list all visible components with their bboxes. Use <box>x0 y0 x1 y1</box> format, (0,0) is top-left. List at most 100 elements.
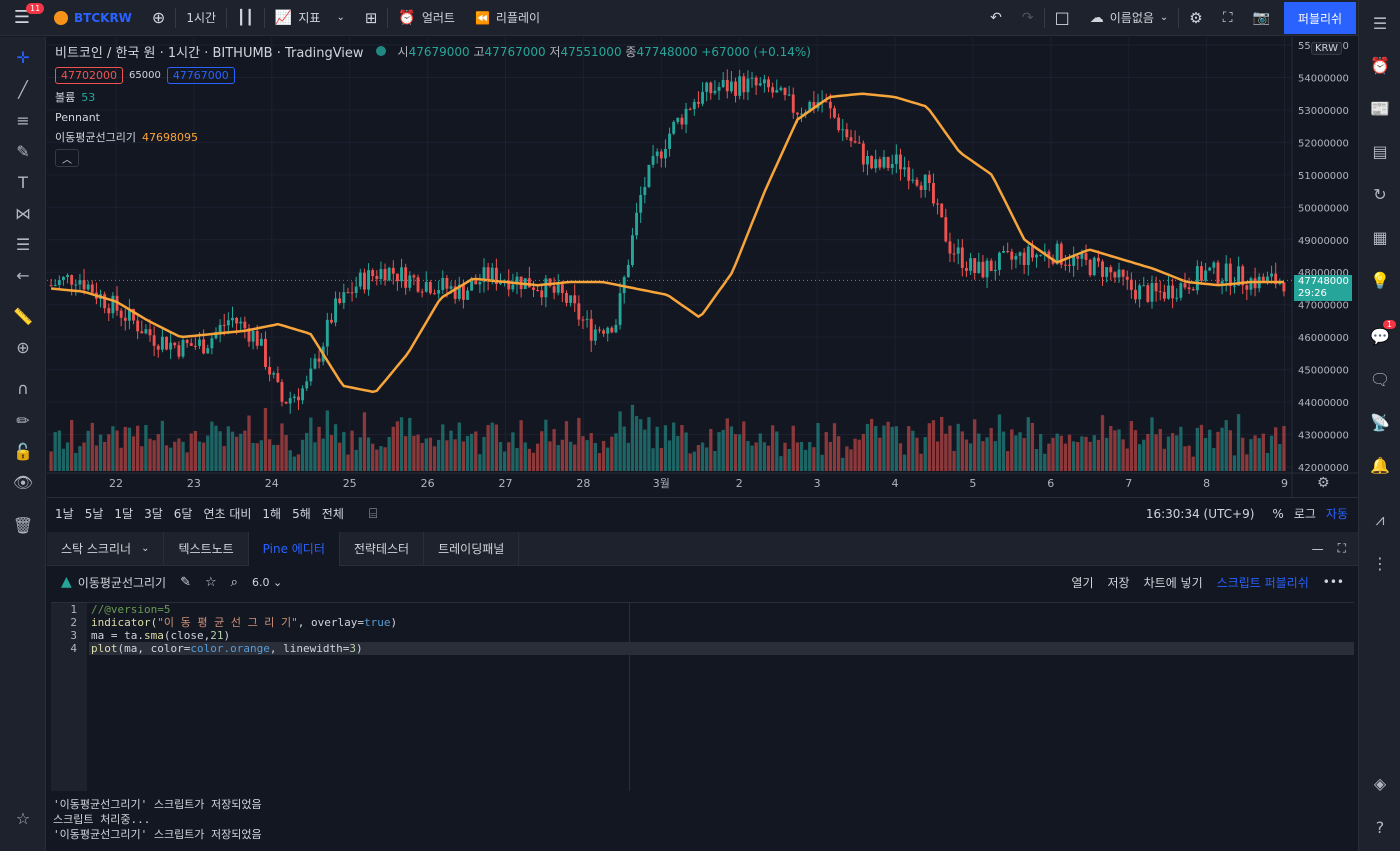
indicators-button[interactable]: 📈 지표 ⌄ <box>265 0 355 36</box>
snapshot-button[interactable]: 📷 <box>1243 0 1280 36</box>
minimize-panel-button[interactable]: — <box>1302 542 1334 556</box>
volume-bar <box>288 450 292 471</box>
chart-type-button[interactable]: ┃┃ <box>227 0 264 36</box>
replay-button[interactable]: ⏪ 리플레이 <box>465 0 550 36</box>
ruler-icon[interactable]: 📏 <box>9 302 37 330</box>
code-lines[interactable]: //@version=5 indicator("이 동 평 균 선 그 리 기"… <box>89 603 1354 655</box>
layers-icon[interactable]: ◈ <box>1367 770 1393 796</box>
tab-strategy-tester[interactable]: 전략테스터 <box>340 531 425 566</box>
eye-icon[interactable]: 👁 <box>9 468 37 496</box>
ma-row[interactable]: 이동평균선그리기 47698095 <box>55 127 811 147</box>
pattern-row[interactable]: Pennant <box>55 107 811 127</box>
tab-stock-screener[interactable]: 스탁 스크리너 ⌄ <box>47 531 165 566</box>
pattern-icon[interactable]: ⋈ <box>9 199 37 227</box>
brush-icon[interactable]: ✎ <box>9 137 37 165</box>
zoom-in-icon[interactable]: ⊕ <box>9 333 37 361</box>
arrow-left-icon[interactable]: ← <box>9 261 37 289</box>
main-menu-button[interactable]: ☰ 11 <box>0 0 45 36</box>
fib-lines-icon[interactable]: ≡ <box>9 106 37 134</box>
text-icon[interactable]: T <box>9 168 37 196</box>
fullscreen-button[interactable]: ⛶ <box>1213 0 1243 36</box>
messages-icon[interactable]: 🗨 <box>1367 366 1393 392</box>
trash-icon[interactable]: 🗑 <box>9 511 37 539</box>
forecast-icon[interactable]: ☰ <box>9 230 37 258</box>
trendline-icon[interactable]: ╱ <box>9 75 37 103</box>
more-options-icon[interactable]: ••• <box>1323 575 1344 589</box>
range-button-0[interactable]: 1날 <box>55 505 74 522</box>
symbol-title[interactable]: 비트코인 / 한국 원 · 1시간 · BITHUMB · TradingVie… <box>55 42 364 61</box>
chart-pane[interactable]: 5500000054000000530000005200000051000000… <box>47 37 1358 529</box>
code-line-4[interactable]: plot(ma, color=color.orange, linewidth=3… <box>89 642 1354 655</box>
help-icon[interactable]: ? <box>1367 814 1393 840</box>
buy-price-button[interactable]: 47767000 <box>166 66 235 84</box>
calendar-icon[interactable]: ▦ <box>1367 224 1393 250</box>
tab-trading-panel[interactable]: 트레이딩패널 <box>424 531 520 566</box>
watchlist-icon[interactable]: ☰ <box>1367 10 1393 36</box>
alarm-clock-icon[interactable]: ⏰ <box>1367 52 1393 78</box>
refresh-icon[interactable]: ↻ <box>1367 181 1393 207</box>
log-toggle[interactable]: 로그 <box>1294 505 1316 522</box>
star-icon[interactable]: ☆ <box>205 575 217 590</box>
chat-icon[interactable]: 💬 1 <box>1367 320 1396 349</box>
axis-settings-button[interactable]: ⚙ <box>1317 475 1330 491</box>
lock-icon[interactable]: 🔓 <box>9 437 37 465</box>
crosshair-icon[interactable]: ✛ <box>9 43 37 71</box>
magnet-icon[interactable]: ∩ <box>9 374 37 402</box>
maximize-panel-button[interactable]: ⛶ <box>1334 541 1358 556</box>
candle-body <box>936 203 940 205</box>
symbol-search-button[interactable]: BTCKRW <box>44 0 142 36</box>
news-icon[interactable]: 📰 <box>1367 95 1393 121</box>
star-icon[interactable]: ☆ <box>9 804 37 832</box>
lightbulb-icon[interactable]: 💡 <box>1367 267 1393 293</box>
range-button-4[interactable]: 6달 <box>174 505 193 522</box>
script-name[interactable]: 이동평균선그리기 <box>78 574 166 591</box>
expand-icon: ⛶ <box>1222 9 1233 26</box>
sell-price-button[interactable]: 47702000 <box>55 66 123 84</box>
range-button-7[interactable]: 5해 <box>292 505 311 522</box>
open-button[interactable]: 열기 <box>1071 574 1093 591</box>
layout-name-button[interactable]: ☁ 이름없음 ⌄ <box>1080 0 1179 36</box>
date-range-button[interactable]: ⌸ <box>369 506 377 522</box>
range-button-5[interactable]: 연초 대비 <box>203 505 251 522</box>
search-icon[interactable]: ⌕ <box>231 575 238 590</box>
range-button-6[interactable]: 1해 <box>262 505 281 522</box>
calendar-list-icon[interactable]: ▤ <box>1367 138 1393 164</box>
tree-icon[interactable]: ⋮ <box>1367 550 1393 576</box>
add-to-chart-button[interactable]: 차트에 넣기 <box>1144 574 1203 591</box>
publish-button[interactable]: 퍼블리쉬 <box>1284 2 1356 34</box>
clock[interactable]: 16:30:34 (UTC+9) <box>1146 507 1255 521</box>
currency-label[interactable]: KRW <box>1311 42 1342 55</box>
lock-drawing-icon[interactable]: ✏ <box>9 406 37 434</box>
range-button-1[interactable]: 5날 <box>85 505 104 522</box>
tab-pine-editor[interactable]: Pine 에디터 <box>248 531 340 566</box>
range-button-3[interactable]: 3달 <box>144 505 163 522</box>
auto-scale-toggle[interactable]: 자동 <box>1326 505 1348 522</box>
undo-button[interactable]: ↶ <box>980 0 1012 36</box>
fullscreen-select-button[interactable]: □ <box>1045 0 1080 36</box>
range-button-2[interactable]: 1달 <box>114 505 133 522</box>
compare-button[interactable]: ⊕ <box>142 0 175 36</box>
version-select[interactable]: 6.0 ⌄ <box>252 576 282 589</box>
code-editor[interactable]: 1 2 3 4 //@version=5 indicator("이 동 평 균 … <box>51 602 1354 791</box>
alert-button[interactable]: ⏰ 얼러트 <box>388 0 465 36</box>
settings-button[interactable]: ⚙ <box>1179 0 1212 36</box>
bell-icon[interactable]: 🔔 <box>1367 452 1393 478</box>
trend-icon[interactable]: ⩘ <box>1367 507 1393 533</box>
interval-button[interactable]: 1시간 <box>176 0 226 36</box>
code-line-3[interactable]: ma = ta.sma(close,21) <box>89 629 1354 642</box>
volume-row[interactable]: 볼륨 53 <box>55 87 811 107</box>
tab-text-notes[interactable]: 텍스트노트 <box>164 531 249 566</box>
templates-button[interactable]: ⊞ <box>355 0 388 36</box>
volume-bar <box>915 437 919 471</box>
broadcast-icon[interactable]: 📡 <box>1367 409 1393 435</box>
candle-body <box>177 345 181 357</box>
collapse-legend-button[interactable]: ︿ <box>55 149 79 167</box>
save-button[interactable]: 저장 <box>1108 574 1130 591</box>
code-line-2[interactable]: indicator("이 동 평 균 선 그 리 기", overlay=tru… <box>89 616 1354 629</box>
code-line-1[interactable]: //@version=5 <box>89 603 1354 616</box>
range-button-8[interactable]: 전체 <box>322 505 344 522</box>
publish-script-button[interactable]: 스크립트 퍼블리쉬 <box>1217 574 1309 591</box>
percent-toggle[interactable]: % <box>1272 507 1283 521</box>
pencil-icon[interactable]: ✎ <box>180 575 191 590</box>
redo-button[interactable]: ↷ <box>1012 0 1044 36</box>
